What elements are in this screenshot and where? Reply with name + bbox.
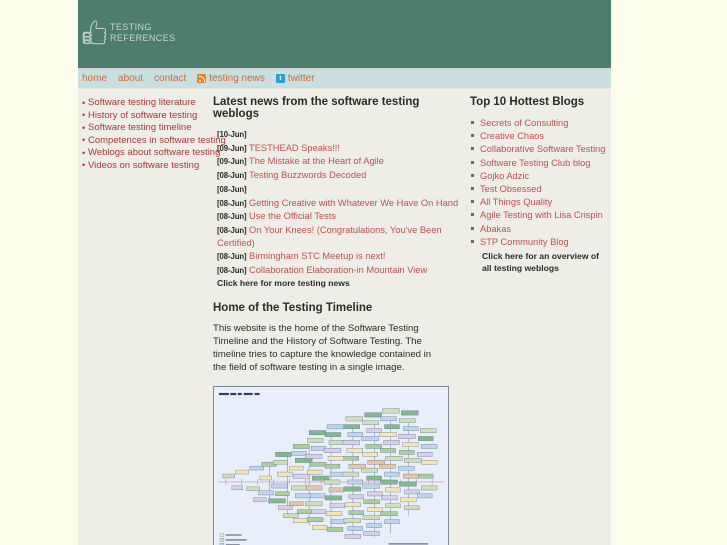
hottest-blogs-list: Secrets of Consulting Creative Chaos Col… — [470, 116, 607, 248]
logo-wordmark: TESTING REFERENCES — [110, 22, 176, 44]
news-item: [10-Jun] — [213, 128, 460, 141]
news-date: [08-Jun] — [217, 251, 247, 261]
blog-list-item: Abakas — [470, 222, 607, 235]
sidebar-item-label: Competences in software testing — [88, 134, 226, 146]
site-header: TESTING REFERENCES — [78, 0, 611, 69]
news-date: [08-Jun] — [217, 184, 247, 194]
nav-label: testing news — [209, 73, 265, 84]
timeline-heading: Home of the Testing Timeline — [213, 301, 373, 314]
news-item: [09-Jun] TESTHEAD Speaks!!! — [213, 142, 460, 155]
blog-list-item: Test Obsessed — [470, 182, 607, 195]
news-link[interactable]: TESTHEAD Speaks!!! — [249, 143, 340, 153]
news-date: [08-Jun] — [217, 212, 247, 222]
nav-label: twitter — [287, 73, 315, 84]
news-date: [08-Jun] — [217, 265, 247, 275]
news-date: [09-Jun] — [217, 157, 247, 167]
blog-list-item: All Things Quality — [470, 195, 607, 208]
site-container: TESTING REFERENCES home about contact te… — [78, 0, 611, 545]
nav-label: about — [118, 73, 144, 84]
news-heading: Latest news from the software testing we… — [213, 96, 420, 120]
blog-list-item: Gojko Adzic — [470, 169, 607, 182]
sidebar-item-timeline[interactable]: Software testing timeline — [82, 122, 211, 135]
blog-list-item: Software Testing Club blog — [470, 156, 607, 169]
news-item: [08-Jun] Testing Buzzwords Decoded — [213, 169, 460, 182]
logo-line-1: TESTING — [110, 22, 152, 32]
news-link[interactable]: Collaboration Elaboration-in Mountain Vi… — [249, 265, 427, 275]
sidebar-item-label: History of software testing — [88, 109, 198, 121]
weblogs-overview-link[interactable]: Click here for an overview of all testin… — [470, 251, 610, 274]
blog-link[interactable]: Creative Chaos — [480, 131, 544, 141]
news-link[interactable]: Birmingham STC Meetup is next! — [249, 251, 385, 261]
sidebar-item-label: Software testing timeline — [88, 122, 192, 134]
blog-link[interactable]: Secrets of Consulting — [480, 118, 568, 128]
main-navigation: home about contact testing news t twitte… — [78, 69, 611, 89]
thumbs-up-icon — [82, 20, 107, 45]
main-content: Latest news from the software testing we… — [211, 89, 466, 545]
more-news-link[interactable]: Click here for more testing news — [213, 278, 460, 288]
content-columns: Software testing literature History of s… — [78, 89, 611, 545]
blog-link[interactable]: All Things Quality — [480, 197, 552, 207]
news-link[interactable]: Testing Buzzwords Decoded — [249, 170, 366, 180]
sidebar-item-literature[interactable]: Software testing literature — [82, 97, 211, 110]
nav-item-twitter[interactable]: t twitter — [275, 73, 315, 84]
hottest-blogs-heading: Top 10 Hottest Blogs — [470, 96, 585, 108]
sidebar-item-history[interactable]: History of software testing — [82, 109, 211, 123]
sidebar-item-weblogs[interactable]: Weblogs about software testing — [82, 147, 220, 160]
blog-list-item: Agile Testing with Lisa Crispin — [470, 208, 607, 221]
news-link[interactable]: Getting Creative with Whatever We Have O… — [249, 198, 458, 208]
timeline-thumbnail[interactable] — [213, 385, 449, 545]
news-date: [08-Jun] — [217, 225, 247, 235]
news-link[interactable]: On Your Knees! (Congratulations, You've … — [217, 225, 442, 248]
news-list: [10-Jun] [09-Jun] TESTHEAD Speaks!!! [09… — [213, 128, 460, 288]
blog-link[interactable]: STP Community Blog — [480, 237, 569, 247]
left-sidebar: Software testing literature History of s… — [78, 89, 226, 545]
nav-item-home[interactable]: home — [82, 73, 107, 84]
sidebar-item-label: Videos on software testing — [88, 159, 200, 171]
news-link[interactable]: The Mistake at the Heart of Agile — [249, 156, 384, 166]
blog-link[interactable]: Software Testing Club blog — [480, 158, 590, 168]
nav-label: contact — [154, 73, 187, 84]
twitter-icon: t — [275, 74, 285, 83]
blog-link[interactable]: Abakas — [480, 224, 511, 234]
rss-icon — [197, 74, 207, 83]
nav-item-contact[interactable]: contact — [154, 73, 186, 84]
timeline-diagram — [214, 386, 448, 545]
nav-label: home — [82, 73, 108, 84]
blog-list-item: Secrets of Consulting — [470, 116, 607, 129]
blog-list-item: Collaborative Software Testing — [470, 142, 607, 155]
news-item: [08-Jun] Birmingham STC Meetup is next! — [213, 250, 460, 263]
site-logo[interactable]: TESTING REFERENCES — [82, 18, 176, 48]
news-date: [08-Jun] — [217, 171, 247, 181]
right-sidebar: Top 10 Hottest Blogs Secrets of Consulti… — [466, 89, 611, 284]
blog-list-item: STP Community Blog — [470, 235, 607, 248]
news-item: [08-Jun] Use the Official Tests — [213, 210, 460, 223]
news-item: [08-Jun] Collaboration Elaboration-in Mo… — [213, 264, 460, 277]
blog-list-item: Creative Chaos — [470, 129, 607, 142]
blog-link[interactable]: Agile Testing with Lisa Crispin — [480, 210, 603, 220]
sidebar-item-label: Software testing literature — [88, 97, 196, 108]
nav-item-testing-news[interactable]: testing news — [197, 73, 265, 84]
news-item: [08-Jun] On Your Knees! (Congratulations… — [213, 224, 460, 249]
news-item: [09-Jun] The Mistake at the Heart of Agi… — [213, 155, 460, 168]
blog-link[interactable]: Gojko Adzic — [480, 171, 529, 181]
blog-link[interactable]: Collaborative Software Testing — [480, 144, 605, 154]
sidebar-item-videos[interactable]: Videos on software testing — [82, 159, 211, 173]
news-item: [08-Jun] Getting Creative with Whatever … — [213, 197, 460, 210]
news-date: [08-Jun] — [217, 198, 247, 208]
logo-line-2: REFERENCES — [110, 33, 176, 43]
sidebar-item-label: Weblogs about software testing — [88, 147, 221, 159]
timeline-paragraph: This website is the home of the Software… — [213, 322, 432, 373]
nav-item-about[interactable]: about — [118, 73, 143, 84]
sidebar-item-competences[interactable]: Competences in software testing — [82, 134, 226, 148]
page-root: TESTING REFERENCES home about contact te… — [0, 0, 727, 545]
news-link[interactable]: Use the Official Tests — [249, 211, 336, 221]
blog-link[interactable]: Test Obsessed — [480, 184, 542, 194]
news-item: [08-Jun] — [213, 183, 460, 196]
